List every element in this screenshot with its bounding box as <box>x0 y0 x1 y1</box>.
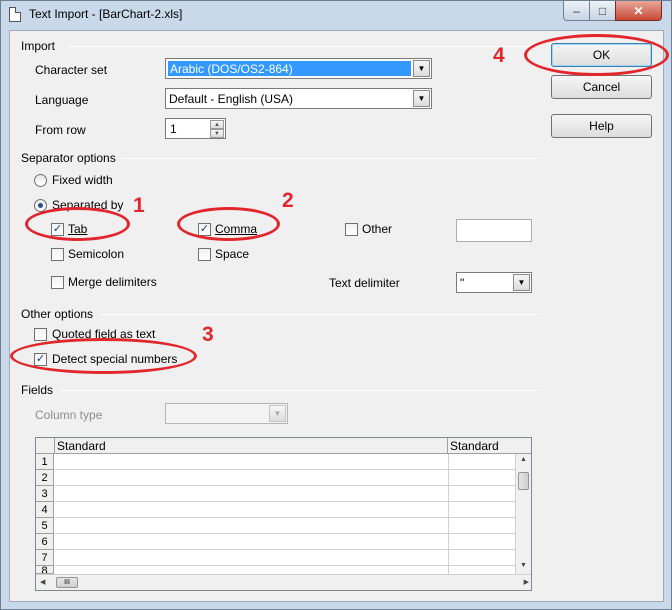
chevron-down-icon[interactable]: ▼ <box>269 405 286 422</box>
cancel-button[interactable]: Cancel <box>551 75 652 99</box>
fixed-width-radio[interactable] <box>34 174 47 187</box>
separated-by-radio[interactable] <box>34 199 47 212</box>
scroll-left-icon[interactable]: ◀ <box>40 578 45 586</box>
text-delimiter-value: " <box>460 276 465 290</box>
comma-checkbox[interactable]: ✓ <box>198 223 211 236</box>
column-divider <box>448 454 449 574</box>
separated-by-label[interactable]: Separated by <box>52 198 123 212</box>
fromrow-value: 1 <box>170 122 177 136</box>
vertical-scroll-thumb[interactable] <box>518 472 529 490</box>
row-number[interactable]: 2 <box>36 470 54 486</box>
fromrow-stepper[interactable]: 1 ▲ ▼ <box>165 118 226 139</box>
fields-heading: Fields <box>21 383 54 397</box>
chevron-down-icon[interactable]: ▼ <box>413 60 430 77</box>
language-label: Language <box>35 93 89 107</box>
other-label[interactable]: Other <box>362 222 392 236</box>
title-bar[interactable]: Text Import - [BarChart-2.xls] – □ ✕ <box>1 1 671 29</box>
import-heading: Import <box>21 39 56 53</box>
close-icon: ✕ <box>633 3 644 18</box>
annotation-number-3: 3 <box>202 323 214 346</box>
window-title: Text Import - [BarChart-2.xls] <box>29 7 183 21</box>
row-number[interactable]: 8 <box>36 566 54 574</box>
document-icon <box>9 7 21 22</box>
language-select[interactable]: Default - English (USA) ▼ <box>165 88 432 109</box>
column-header-2[interactable]: Standard <box>448 438 531 454</box>
space-label[interactable]: Space <box>215 247 249 261</box>
horizontal-scroll-thumb[interactable]: III <box>56 577 78 588</box>
chevron-down-icon[interactable]: ▼ <box>413 90 430 107</box>
vertical-scrollbar[interactable]: ▲ ▼ <box>515 454 531 574</box>
detect-special-numbers-label[interactable]: Detect special numbers <box>52 352 177 366</box>
text-import-dialog: Text Import - [BarChart-2.xls] – □ ✕ Imp… <box>0 0 672 610</box>
horizontal-scrollbar[interactable]: ◀ III ▶ <box>36 574 531 590</box>
row-number[interactable]: 3 <box>36 486 54 502</box>
separator-heading: Separator options <box>21 151 116 165</box>
text-delimiter-label: Text delimiter <box>329 276 400 290</box>
other-separator-field[interactable] <box>456 219 532 242</box>
annotation-number-4: 4 <box>493 44 505 67</box>
help-button[interactable]: Help <box>551 114 652 138</box>
semicolon-label[interactable]: Semicolon <box>68 247 124 261</box>
comma-label-text: Comma <box>215 222 258 236</box>
spin-up-icon[interactable]: ▲ <box>210 120 224 129</box>
other-options-heading: Other options <box>21 307 94 321</box>
ok-button[interactable]: OK <box>551 43 652 67</box>
tab-checkbox[interactable]: ✓ <box>51 223 64 236</box>
scroll-up-icon[interactable]: ▲ <box>520 456 527 463</box>
import-separator <box>68 46 538 47</box>
separator-options-separator <box>122 158 538 159</box>
other-checkbox[interactable] <box>345 223 358 236</box>
charset-label: Character set <box>35 63 108 77</box>
annotation-number-2: 2 <box>282 189 294 212</box>
minimize-icon: – <box>573 3 580 18</box>
column-type-label: Column type <box>35 408 103 422</box>
row-number[interactable]: 1 <box>36 454 54 470</box>
detect-special-numbers-checkbox[interactable]: ✓ <box>34 353 47 366</box>
fromrow-label: From row <box>35 123 86 137</box>
annotation-number-1: 1 <box>133 194 145 217</box>
row-number[interactable]: 4 <box>36 502 54 518</box>
row-number[interactable]: 7 <box>36 550 54 566</box>
spin-down-icon[interactable]: ▼ <box>210 129 224 138</box>
charset-value: Arabic (DOS/OS2-864) <box>168 61 411 76</box>
grid-corner <box>36 438 55 454</box>
text-delimiter-select[interactable]: " ▼ <box>456 272 532 293</box>
tab-label[interactable]: Tab <box>68 222 87 236</box>
semicolon-checkbox[interactable] <box>51 248 64 261</box>
merge-delimiters-label[interactable]: Merge delimiters <box>68 275 157 289</box>
other-options-separator <box>100 314 538 315</box>
fields-separator <box>60 390 538 391</box>
maximize-icon: □ <box>598 3 607 18</box>
comma-label[interactable]: Comma <box>215 222 257 236</box>
quoted-field-label[interactable]: Quoted field as text <box>52 327 155 341</box>
space-checkbox[interactable] <box>198 248 211 261</box>
chevron-down-icon[interactable]: ▼ <box>513 274 530 291</box>
scroll-down-icon[interactable]: ▼ <box>520 562 527 569</box>
scroll-right-icon[interactable]: ▶ <box>524 578 529 586</box>
preview-grid[interactable]: Standard Standard 1 2 3 4 5 6 7 8 ▲ ▼ ◀ … <box>35 437 532 591</box>
close-button[interactable]: ✕ <box>615 1 662 21</box>
row-number[interactable]: 6 <box>36 534 54 550</box>
quoted-field-checkbox[interactable] <box>34 328 47 341</box>
language-value: Default - English (USA) <box>169 92 294 106</box>
column-type-select[interactable]: ▼ <box>165 403 288 424</box>
minimize-button[interactable]: – <box>563 1 590 21</box>
column-header-1[interactable]: Standard <box>55 438 448 454</box>
tab-label-text: Tab <box>68 222 88 236</box>
fixed-width-label[interactable]: Fixed width <box>52 173 113 187</box>
merge-delimiters-checkbox[interactable] <box>51 276 64 289</box>
maximize-button[interactable]: □ <box>589 1 616 21</box>
row-number[interactable]: 5 <box>36 518 54 534</box>
dialog-body: Import Character set Arabic (DOS/OS2-864… <box>9 30 669 602</box>
charset-select[interactable]: Arabic (DOS/OS2-864) ▼ <box>165 58 432 79</box>
